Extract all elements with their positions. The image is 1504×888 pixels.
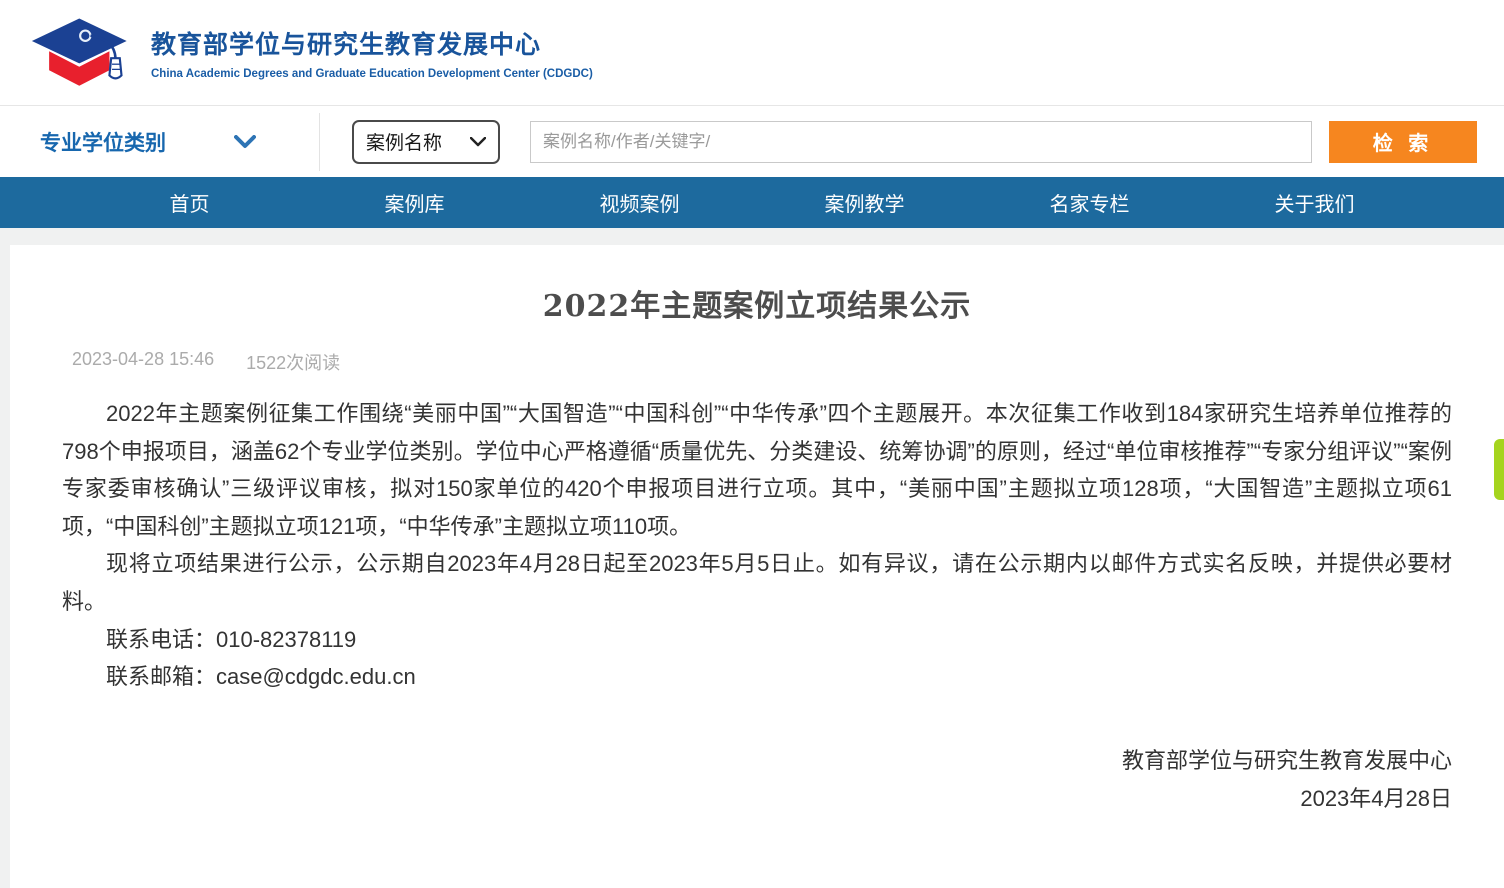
article-paragraph: 现将立项结果进行公示，公示期自2023年4月28日起至2023年5月5日止。如有… bbox=[62, 545, 1452, 620]
contact-phone: 联系电话：010-82378119 bbox=[62, 621, 1452, 659]
article-card: 2022年主题案例立项结果公示 2023-04-28 15:46 1522次阅读… bbox=[10, 245, 1504, 888]
site-logo[interactable]: 教育部学位与研究生教育发展中心 China Academic Degrees a… bbox=[25, 9, 593, 97]
content-area: 2022年主题案例立项结果公示 2023-04-28 15:46 1522次阅读… bbox=[0, 228, 1504, 888]
search-bar: 专业学位类别 案例名称 检 索 bbox=[0, 105, 1504, 177]
search-input[interactable] bbox=[530, 121, 1312, 163]
nav-container: 首页 案例库 视频案例 案例教学 名家专栏 关于我们 bbox=[77, 177, 1427, 228]
contact-email: 联系邮箱：case@cdgdc.edu.cn bbox=[62, 658, 1452, 696]
nav-item-expert-column[interactable]: 名家专栏 bbox=[977, 177, 1202, 228]
category-dropdown[interactable]: 专业学位类别 bbox=[0, 113, 320, 171]
org-title: 教育部学位与研究生教育发展中心 bbox=[151, 25, 593, 61]
search-field-select-value: 案例名称 bbox=[366, 128, 442, 155]
signature-org: 教育部学位与研究生教育发展中心 bbox=[62, 742, 1452, 780]
main-nav: 首页 案例库 视频案例 案例教学 名家专栏 关于我们 bbox=[0, 177, 1504, 228]
article-date: 2023-04-28 15:46 bbox=[72, 349, 214, 375]
site-header: 教育部学位与研究生教育发展中心 China Academic Degrees a… bbox=[0, 0, 1504, 105]
graduation-cap-icon bbox=[25, 9, 137, 97]
article-paragraph: 2022年主题案例征集工作围绕“美丽中国”“大国智造”“中国科创”“中华传承”四… bbox=[62, 395, 1452, 545]
org-subtitle: China Academic Degrees and Graduate Educ… bbox=[151, 68, 593, 80]
search-field-select[interactable]: 案例名称 bbox=[352, 120, 500, 164]
article-read-count: 1522次阅读 bbox=[246, 349, 340, 375]
category-dropdown-label: 专业学位类别 bbox=[40, 127, 166, 157]
signature-date: 2023年4月28日 bbox=[62, 780, 1452, 818]
org-text-block: 教育部学位与研究生教育发展中心 China Academic Degrees a… bbox=[151, 25, 593, 80]
chevron-down-icon bbox=[234, 135, 256, 149]
nav-item-case-library[interactable]: 案例库 bbox=[302, 177, 527, 228]
search-button[interactable]: 检 索 bbox=[1329, 121, 1477, 163]
signature-block: 教育部学位与研究生教育发展中心 2023年4月28日 bbox=[62, 742, 1452, 818]
nav-item-about-us[interactable]: 关于我们 bbox=[1202, 177, 1427, 228]
nav-item-video-cases[interactable]: 视频案例 bbox=[527, 177, 752, 228]
chevron-down-icon bbox=[470, 137, 486, 147]
scrollbar-thumb[interactable] bbox=[1494, 439, 1504, 500]
article-meta: 2023-04-28 15:46 1522次阅读 bbox=[62, 349, 1452, 375]
article-title: 2022年主题案例立项结果公示 bbox=[62, 281, 1452, 325]
nav-item-case-teaching[interactable]: 案例教学 bbox=[752, 177, 977, 228]
nav-item-home[interactable]: 首页 bbox=[77, 177, 302, 228]
